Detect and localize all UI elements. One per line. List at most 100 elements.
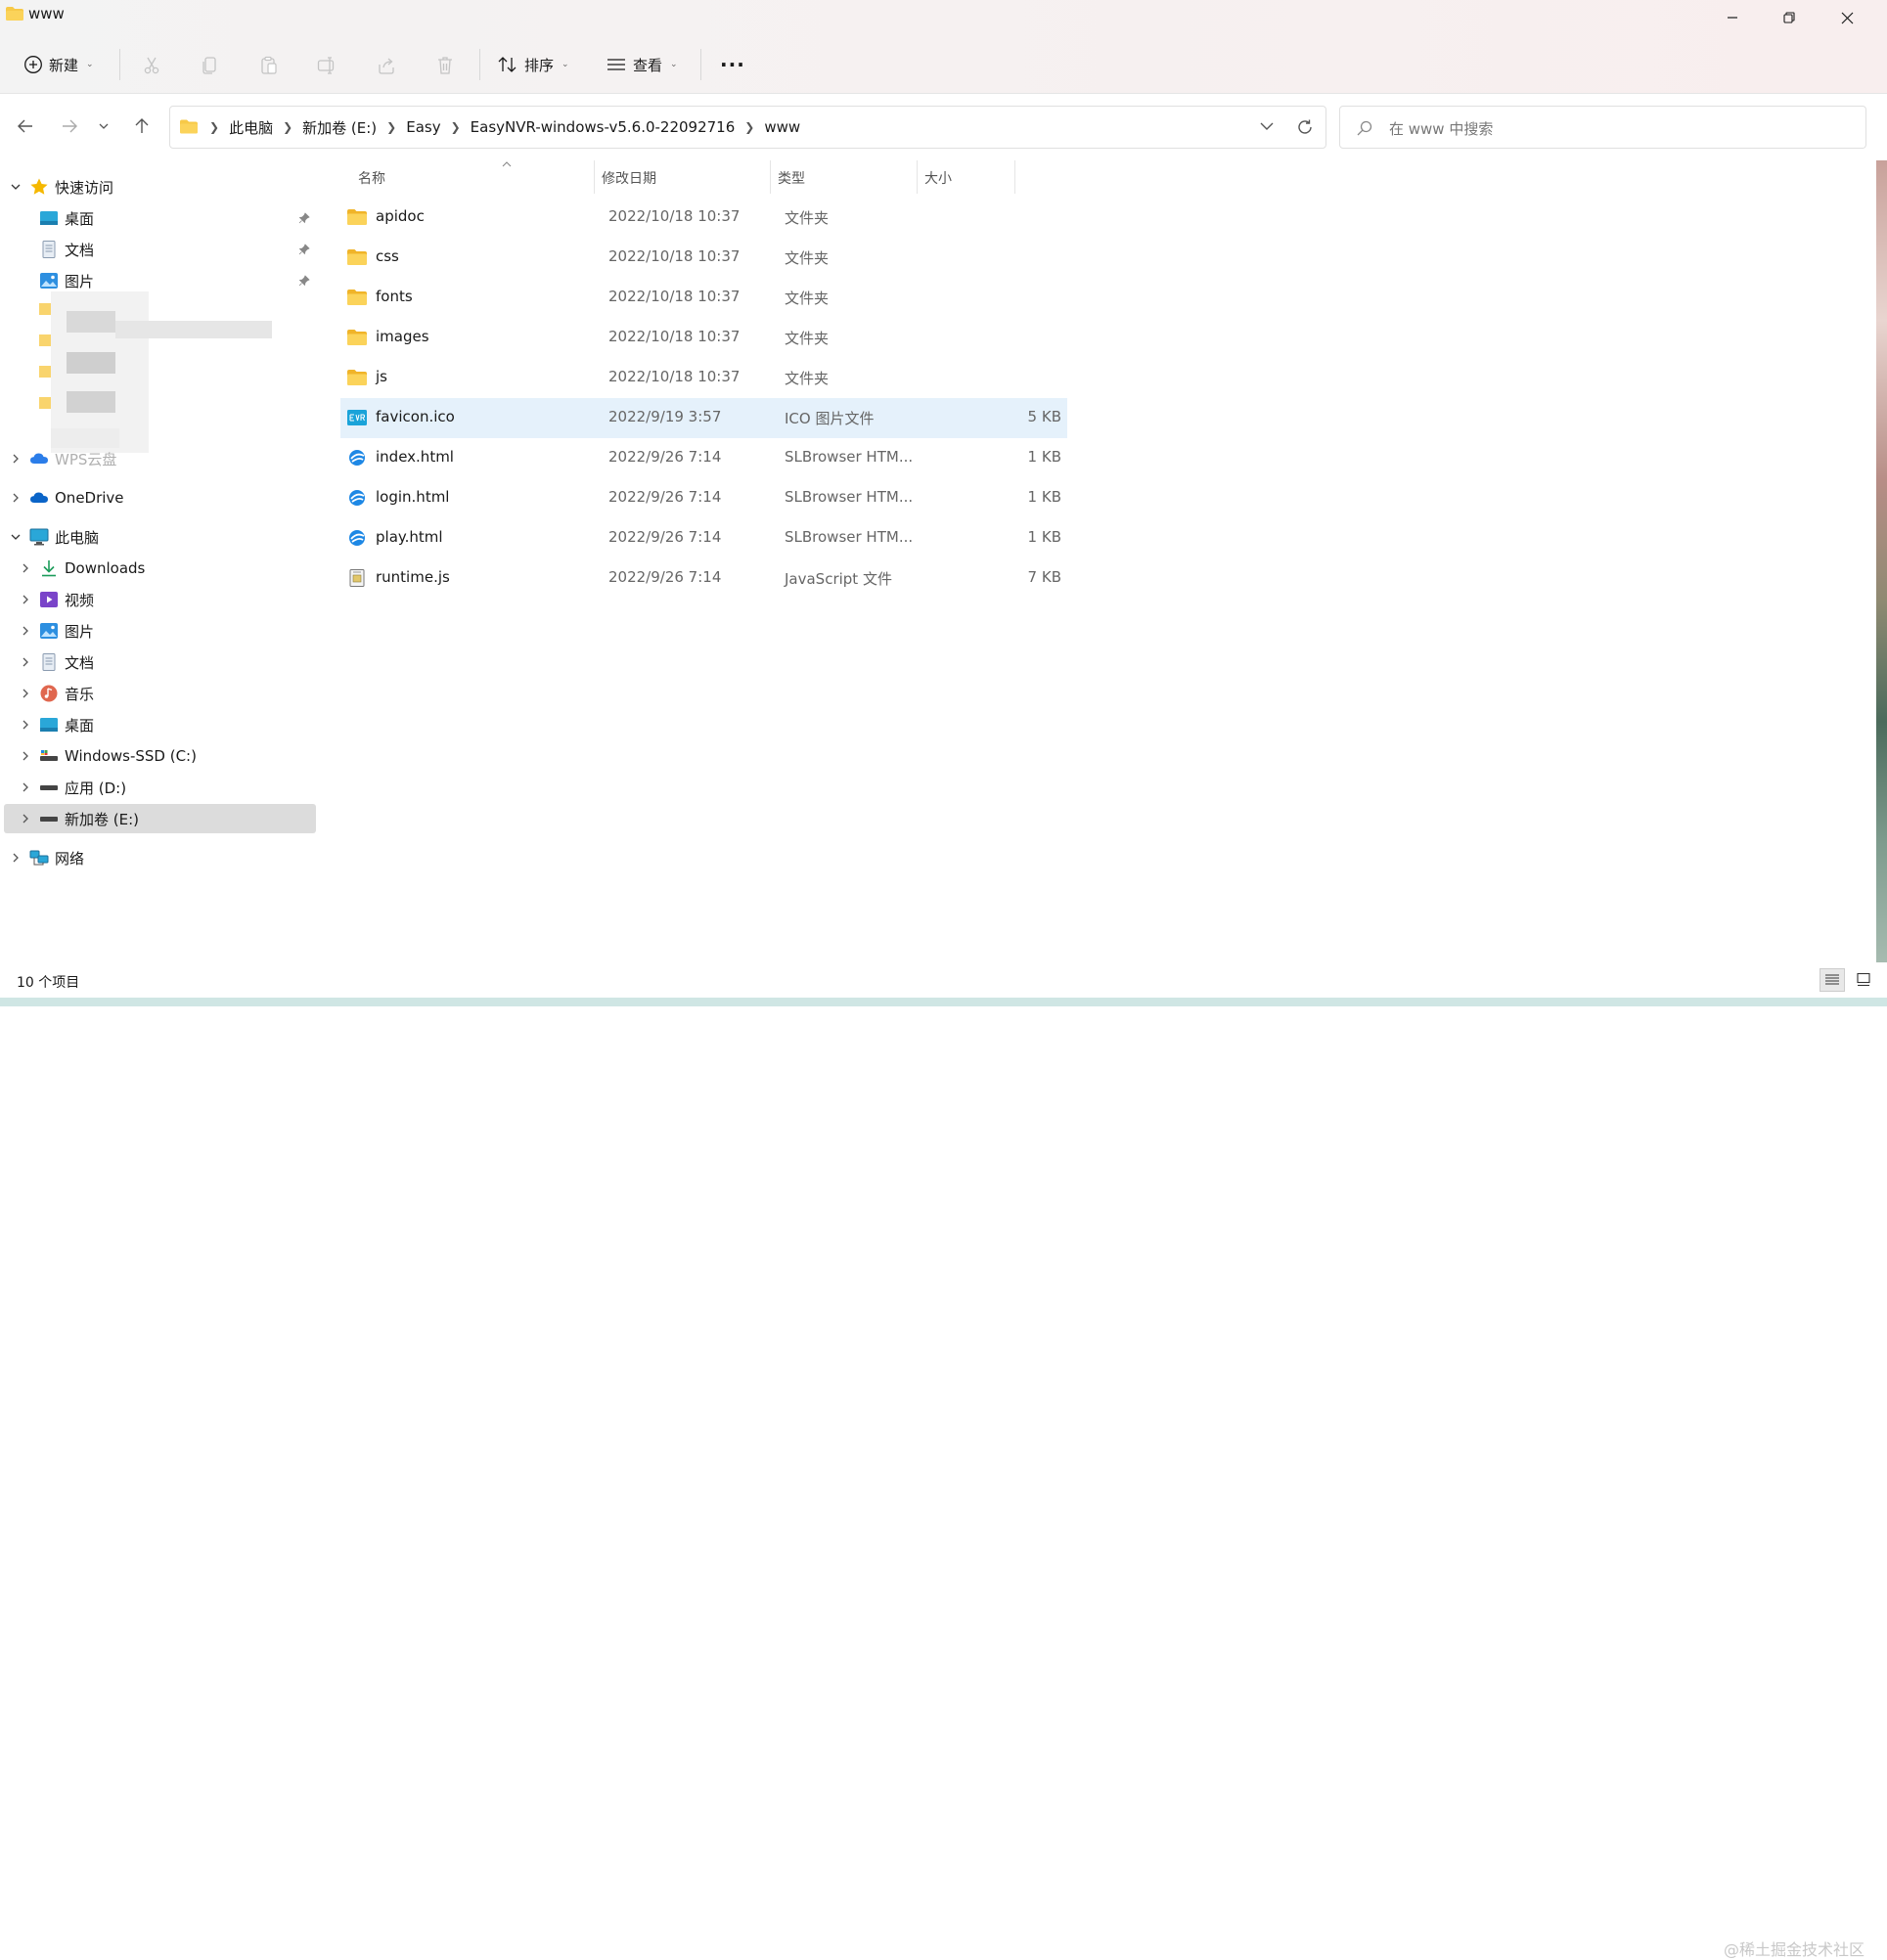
rename-button[interactable] (315, 53, 340, 78)
sidebar-item-wps-cloud[interactable]: WPS云盘 (0, 444, 318, 473)
breadcrumb-separator-icon: ❯ (450, 120, 461, 134)
file-size: 1 KB (1027, 448, 1061, 466)
chevron-collapsed-icon (20, 562, 31, 574)
sidebar-item-network[interactable]: 网络 (0, 843, 318, 872)
command-bar: 新建 ⌄ 排序 ⌄ 查看 ⌄ ··· (0, 37, 1887, 94)
sidebar-item-pictures-pc[interactable]: 图片 (0, 616, 318, 646)
delete-button[interactable] (432, 53, 458, 78)
file-date: 2022/9/26 7:14 (608, 488, 722, 506)
refresh-icon[interactable] (1296, 118, 1314, 136)
breadcrumb-this-pc[interactable]: 此电脑 (223, 117, 279, 138)
file-type: SLBrowser HTM... (785, 528, 914, 546)
rename-icon (317, 57, 335, 74)
column-divider[interactable] (917, 160, 918, 194)
breadcrumb-easynvr[interactable]: EasyNVR-windows-v5.6.0-22092716 (465, 118, 741, 136)
sidebar-item-desktop[interactable]: 桌面 (0, 203, 318, 233)
file-row-index-html[interactable]: index.html 2022/9/26 7:14 SLBrowser HTM.… (340, 438, 1067, 478)
sidebar-item-label: 此电脑 (55, 528, 100, 547)
file-size: 7 KB (1027, 568, 1061, 586)
sidebar-item-music[interactable]: 音乐 (0, 679, 318, 708)
more-options-button[interactable]: ··· (720, 45, 745, 84)
back-button[interactable] (11, 111, 40, 141)
folder-icon (347, 370, 367, 385)
recent-locations-button[interactable] (93, 111, 114, 141)
folder-icon (180, 119, 198, 134)
column-divider[interactable] (594, 160, 595, 194)
sidebar-item-label: 文档 (65, 653, 95, 672)
file-row-fonts[interactable]: fonts 2022/10/18 10:37 文件夹 (340, 278, 1067, 318)
paste-button[interactable] (256, 53, 282, 78)
arrow-left-icon (18, 119, 32, 133)
column-divider[interactable] (770, 160, 771, 194)
sidebar-item-drive-d[interactable]: 应用 (D:) (0, 773, 318, 802)
file-row-css[interactable]: css 2022/10/18 10:37 文件夹 (340, 238, 1067, 278)
pin-icon (298, 244, 310, 255)
column-header-date[interactable]: 修改日期 (602, 168, 656, 188)
sidebar-item-downloads[interactable]: Downloads (0, 554, 318, 583)
up-button[interactable] (127, 111, 157, 141)
file-type: SLBrowser HTM... (785, 448, 914, 466)
sidebar-item-quick-access[interactable]: 快速访问 (0, 172, 318, 201)
view-list-icon (607, 59, 625, 70)
plus-circle-icon (24, 56, 42, 73)
video-icon (40, 592, 58, 607)
sidebar-item-drive-c[interactable]: Windows-SSD (C:) (0, 741, 318, 771)
file-type: 文件夹 (785, 330, 830, 347)
breadcrumb-www[interactable]: www (758, 118, 806, 136)
details-view-button[interactable] (1820, 968, 1845, 992)
cut-button[interactable] (139, 53, 164, 78)
document-icon (42, 241, 56, 258)
sidebar-item-videos[interactable]: 视频 (0, 585, 318, 614)
file-row-favicon[interactable]: favicon.ico 2022/9/19 3:57 ICO 图片文件 5 KB (340, 398, 1067, 438)
breadcrumb-easy[interactable]: Easy (400, 118, 446, 136)
file-row-js[interactable]: js 2022/10/18 10:37 文件夹 (340, 358, 1067, 398)
breadcrumb-separator-icon: ❯ (386, 120, 397, 134)
sidebar-item-label: OneDrive (55, 489, 124, 507)
column-header-size[interactable]: 大小 (924, 168, 952, 188)
file-row-play-html[interactable]: play.html 2022/9/26 7:14 SLBrowser HTM..… (340, 518, 1067, 558)
view-button[interactable]: 查看 ⌄ (606, 45, 678, 84)
minimize-button[interactable] (1704, 0, 1761, 35)
chevron-down-icon: ⌄ (562, 60, 569, 69)
breadcrumb-drive-e[interactable]: 新加卷 (E:) (296, 117, 382, 138)
new-button[interactable]: 新建 ⌄ (23, 45, 94, 84)
file-name: fonts (376, 288, 413, 305)
close-button[interactable] (1819, 0, 1875, 35)
sidebar-item-desktop-pc[interactable]: 桌面 (0, 710, 318, 739)
column-divider[interactable] (1014, 160, 1015, 194)
sidebar-item-drive-e[interactable]: 新加卷 (E:) (4, 804, 316, 833)
download-icon (42, 560, 56, 577)
copy-button[interactable] (198, 53, 223, 78)
column-header-type[interactable]: 类型 (778, 168, 805, 188)
address-bar[interactable]: ❯ 此电脑 ❯ 新加卷 (E:) ❯ Easy ❯ EasyNVR-window… (169, 106, 1326, 149)
address-history-chevron-icon[interactable] (1259, 118, 1275, 134)
folder-icon (347, 330, 367, 345)
desktop-background-edge (1876, 160, 1887, 962)
sort-button[interactable]: 排序 ⌄ (497, 45, 569, 84)
network-icon (29, 850, 49, 866)
forward-button[interactable] (55, 111, 84, 141)
share-button[interactable] (374, 53, 399, 78)
chevron-down-icon (99, 123, 109, 129)
file-date: 2022/9/26 7:14 (608, 568, 722, 586)
sidebar-item-this-pc[interactable]: 此电脑 (0, 522, 318, 552)
file-explorer-window: www 新建 ⌄ 排序 ⌄ 查看 ⌄ ··· ❯ 此电脑 ❯ 新加卷 (E:) … (0, 0, 1887, 1959)
desktop-icon (40, 718, 58, 732)
sidebar-item-onedrive[interactable]: OneDrive (0, 483, 318, 512)
file-size: 5 KB (1027, 408, 1061, 425)
ico-file-icon (347, 410, 367, 425)
desktop-icon (40, 211, 58, 225)
restore-button[interactable] (1761, 0, 1818, 35)
column-header-name[interactable]: 名称 (358, 168, 385, 188)
sidebar-item-documents-pc[interactable]: 文档 (0, 647, 318, 677)
chevron-collapsed-icon (20, 750, 31, 762)
file-row-images[interactable]: images 2022/10/18 10:37 文件夹 (340, 318, 1067, 358)
sidebar-item-documents[interactable]: 文档 (0, 235, 318, 264)
file-row-login-html[interactable]: login.html 2022/9/26 7:14 SLBrowser HTM.… (340, 478, 1067, 518)
file-row-apidoc[interactable]: apidoc 2022/10/18 10:37 文件夹 (340, 198, 1067, 238)
large-icons-view-button[interactable] (1851, 968, 1876, 992)
file-type: ICO 图片文件 (785, 410, 875, 427)
search-input[interactable]: 在 www 中搜索 (1389, 118, 1493, 139)
file-row-runtime-js[interactable]: runtime.js 2022/9/26 7:14 JavaScript 文件 … (340, 558, 1067, 599)
search-box[interactable]: 在 www 中搜索 (1339, 106, 1866, 149)
